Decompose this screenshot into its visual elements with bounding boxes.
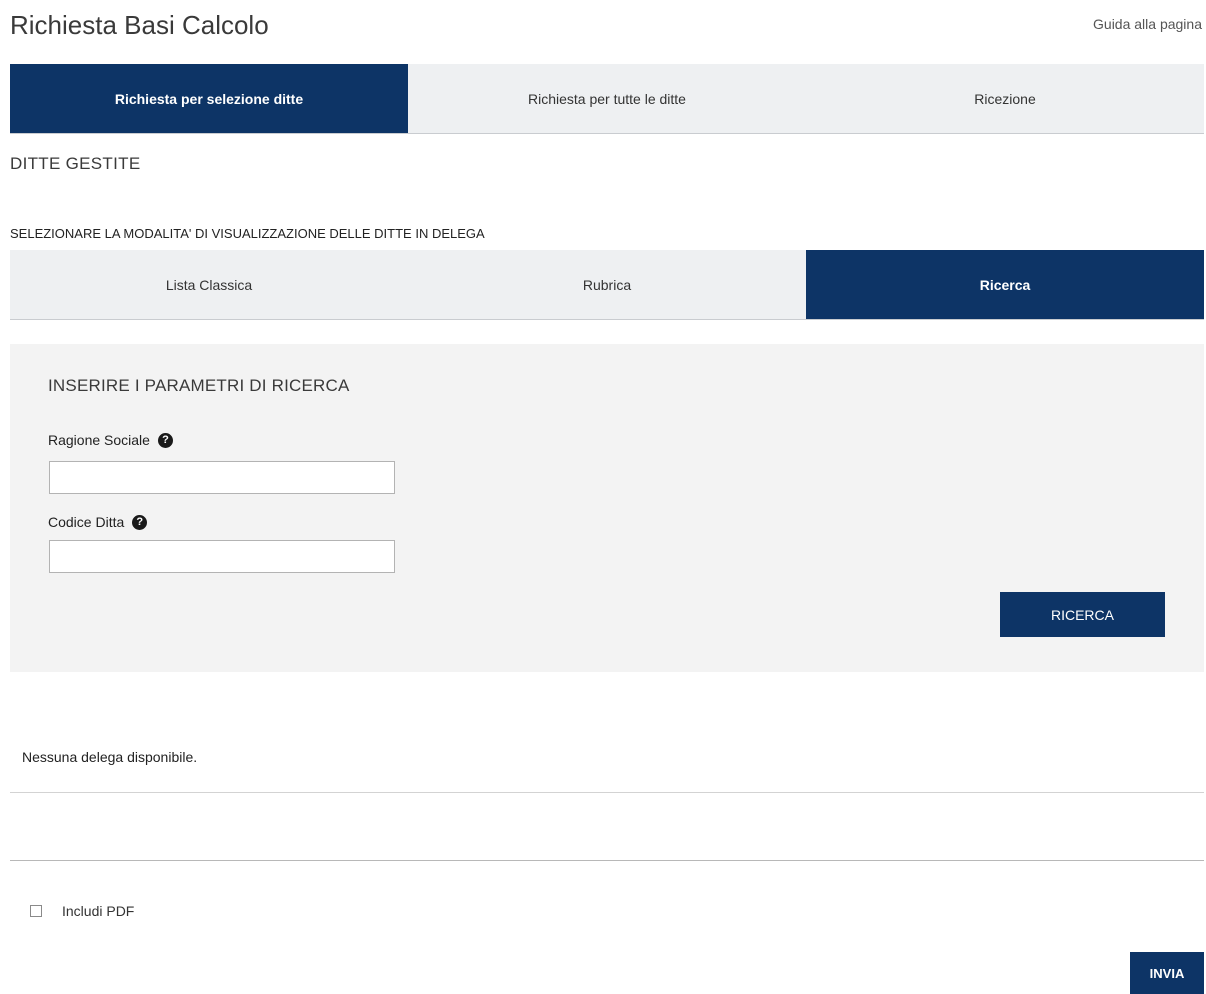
question-circle-icon[interactable]: ? [132,514,148,530]
company-code-label-text: Codice Ditta [48,514,125,530]
empty-results-message: Nessuna delega disponibile. [22,749,198,765]
main-tabbar: Richiesta per selezione ditte Richiesta … [10,64,1204,134]
company-code-label: Codice Ditta ? [48,514,148,530]
search-button[interactable]: RICERCA [1000,592,1165,637]
tab-search[interactable]: Ricerca [806,250,1204,319]
include-pdf-checkbox[interactable] [30,905,42,917]
company-name-input[interactable] [49,461,395,494]
divider [10,792,1204,793]
include-pdf-label: Includi PDF [62,903,135,919]
send-button[interactable]: INVIA [1130,952,1204,994]
search-heading: INSERIRE I PARAMETRI DI RICERCA [48,376,350,395]
tab-all-companies[interactable]: Richiesta per tutte le ditte [408,64,806,133]
help-link[interactable]: Guida alla pagina [1093,16,1202,32]
view-mode-label: SELEZIONARE LA MODALITA' DI VISUALIZZAZI… [10,226,485,241]
section-title: DITTE GESTITE [10,154,141,173]
company-name-label: Ragione Sociale ? [48,432,173,448]
tab-selection[interactable]: Richiesta per selezione ditte [10,64,408,133]
tab-classic-list[interactable]: Lista Classica [10,250,408,319]
view-mode-tabbar: Lista Classica Rubrica Ricerca [10,250,1204,320]
tab-reception[interactable]: Ricezione [806,64,1204,133]
company-code-input[interactable] [49,540,395,573]
include-pdf-row: Includi PDF [30,903,134,919]
company-name-label-text: Ragione Sociale [48,432,150,448]
page-title: Richiesta Basi Calcolo [10,10,269,40]
divider [10,860,1204,861]
tab-address-book[interactable]: Rubrica [408,250,806,319]
question-circle-icon[interactable]: ? [157,432,173,448]
search-panel: INSERIRE I PARAMETRI DI RICERCA Ragione … [10,344,1204,672]
